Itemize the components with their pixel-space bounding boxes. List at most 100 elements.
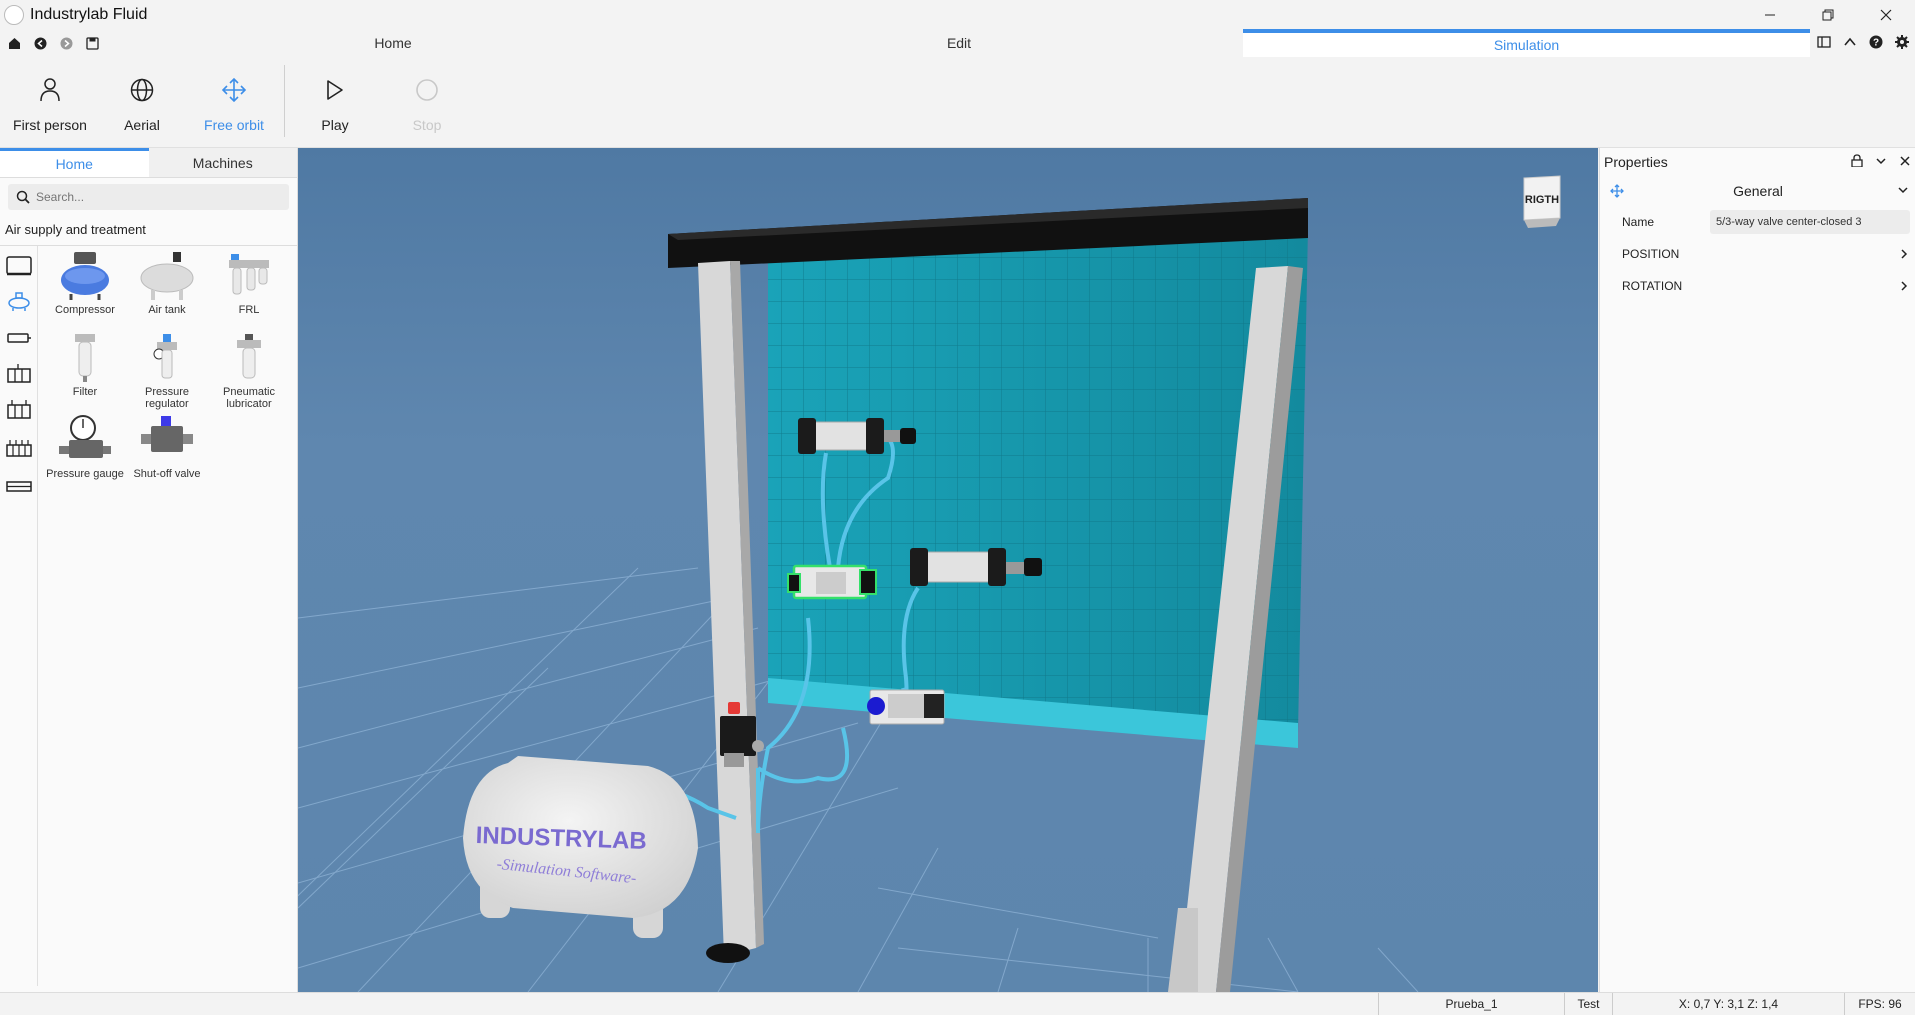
item-label: Pressure gauge [46, 468, 124, 480]
item-compressor[interactable]: Compressor [44, 250, 126, 316]
chevron-down-icon[interactable] [1875, 154, 1887, 170]
close-panel-icon[interactable] [1899, 154, 1911, 170]
restore-button[interactable] [1799, 0, 1857, 29]
category-air-supply-icon[interactable] [5, 287, 33, 315]
item-pressure-gauge[interactable]: Pressure gauge [44, 414, 126, 480]
compressor-thumbnail [55, 250, 115, 302]
status-bar: Prueba_1 Test X: 0,7 Y: 3,1 Z: 1,4 FPS: … [0, 992, 1915, 1015]
status-project: Prueba_1 [1378, 993, 1564, 1015]
app-title: Industrylab Fluid [30, 5, 148, 23]
save-icon[interactable] [84, 35, 100, 51]
category-frame-icon[interactable] [5, 252, 33, 280]
category-manifold-icon[interactable] [5, 434, 33, 462]
view-cube-label: RIGTH [1525, 194, 1559, 206]
home-icon[interactable] [6, 35, 22, 51]
back-icon[interactable] [32, 35, 48, 51]
help-icon[interactable]: ? [1869, 35, 1883, 52]
app-logo-icon [4, 4, 24, 25]
category-sidebar [0, 246, 38, 986]
move-arrows-icon [221, 75, 247, 105]
air-tank: INDUSTRYLAB -Simulation Software- [463, 756, 698, 938]
item-filter[interactable]: Filter [44, 332, 126, 398]
valve-2 [867, 689, 945, 725]
item-pneumatic-lubricator[interactable]: Pneumatic lubricator [208, 332, 290, 410]
main-tab-bar: Home Edit Simulation ? [0, 29, 1915, 57]
aerial-label: Aerial [124, 117, 160, 133]
stop-label: Stop [412, 117, 442, 133]
3d-viewport[interactable]: RIGTH INDUSTRYLAB -Simulation Software- [298, 148, 1598, 992]
pneumatic-lubricator-thumbnail [219, 332, 279, 384]
first-person-label: First person [13, 117, 87, 133]
rotation-row[interactable]: ROTATION [1600, 270, 1915, 302]
tab-simulation[interactable]: Simulation [1243, 29, 1810, 57]
close-icon [1880, 9, 1892, 20]
item-pressure-regulator[interactable]: Pressure regulator [126, 332, 208, 410]
stop-icon [415, 75, 439, 105]
item-label: FRL [238, 304, 260, 316]
category-title: Air supply and treatment [0, 216, 297, 246]
tab-library-machines[interactable]: Machines [149, 148, 298, 177]
status-mode: Test [1564, 993, 1612, 1015]
collapse-ribbon-icon[interactable] [1843, 35, 1857, 52]
rotation-label: ROTATION [1622, 279, 1683, 293]
search-box[interactable] [8, 184, 289, 210]
filter-thumbnail [55, 332, 115, 384]
frl-thumbnail [219, 250, 279, 302]
search-icon [16, 190, 30, 204]
forward-icon[interactable] [58, 35, 74, 51]
category-rail-icon[interactable] [5, 472, 33, 500]
name-label: Name [1622, 215, 1655, 229]
close-window-button[interactable] [1857, 0, 1915, 29]
lock-icon[interactable] [1851, 154, 1863, 170]
free-orbit-label: Free orbit [204, 117, 264, 133]
svg-text:?: ? [1873, 38, 1879, 49]
free-orbit-button[interactable]: Free orbit [188, 57, 280, 148]
chevron-right-icon [1899, 248, 1909, 263]
status-fps: FPS: 96 [1858, 997, 1902, 1011]
ribbon-separator [284, 65, 285, 137]
restore-icon [1822, 9, 1834, 20]
shut-off-valve-thumbnail [137, 414, 197, 466]
name-field[interactable]: 5/3-way valve center-closed 3 [1710, 210, 1910, 234]
tab-edit[interactable]: Edit [676, 29, 1242, 57]
search-input[interactable] [36, 190, 276, 204]
category-valve-3-icon[interactable] [5, 396, 33, 424]
play-label: Play [321, 117, 349, 133]
name-row: Name 5/3-way valve center-closed 3 [1600, 206, 1915, 238]
chevron-down-icon [1897, 184, 1909, 199]
tab-home[interactable]: Home [110, 29, 676, 57]
position-row[interactable]: POSITION [1600, 238, 1915, 270]
first-person-button[interactable]: First person [4, 57, 96, 148]
panel-toggle-icon[interactable] [1817, 35, 1831, 52]
item-shut-off-valve[interactable]: Shut-off valve [126, 414, 208, 480]
view-cube[interactable]: RIGTH [1523, 175, 1561, 228]
item-label: Pressure regulator [144, 386, 190, 410]
item-frl[interactable]: FRL [208, 250, 290, 316]
selected-valve [787, 564, 877, 600]
settings-icon[interactable] [1895, 35, 1909, 52]
ribbon-toolbar: First person Aerial Free orbit Play Stop [0, 57, 1915, 148]
position-label: POSITION [1622, 247, 1680, 261]
pressure-regulator-thumbnail [137, 332, 197, 384]
item-label: Filter [72, 386, 98, 398]
play-button[interactable]: Play [289, 57, 381, 148]
component-library-panel: Home Machines Air supply and treatment [0, 148, 298, 992]
general-section-header[interactable]: General [1600, 176, 1915, 206]
person-icon [39, 75, 61, 105]
properties-title: Properties [1604, 154, 1668, 170]
status-coordinates: X: 0,7 Y: 3,1 Z: 1,4 [1612, 993, 1845, 1015]
play-icon [325, 75, 345, 105]
item-label: Shut-off valve [133, 468, 201, 480]
item-air-tank[interactable]: Air tank [126, 250, 208, 316]
minimize-button[interactable] [1741, 0, 1799, 29]
category-cylinder-icon[interactable] [5, 324, 33, 352]
air-tank-thumbnail [137, 250, 197, 302]
tab-library-home[interactable]: Home [0, 148, 149, 177]
stop-button[interactable]: Stop [381, 57, 473, 148]
item-label: Pneumatic lubricator [223, 386, 275, 410]
chevron-right-icon [1899, 280, 1909, 295]
title-bar: Industrylab Fluid [0, 0, 1915, 29]
aerial-button[interactable]: Aerial [96, 57, 188, 148]
category-valve-icon[interactable] [5, 360, 33, 388]
pressure-gauge-thumbnail [55, 414, 115, 466]
